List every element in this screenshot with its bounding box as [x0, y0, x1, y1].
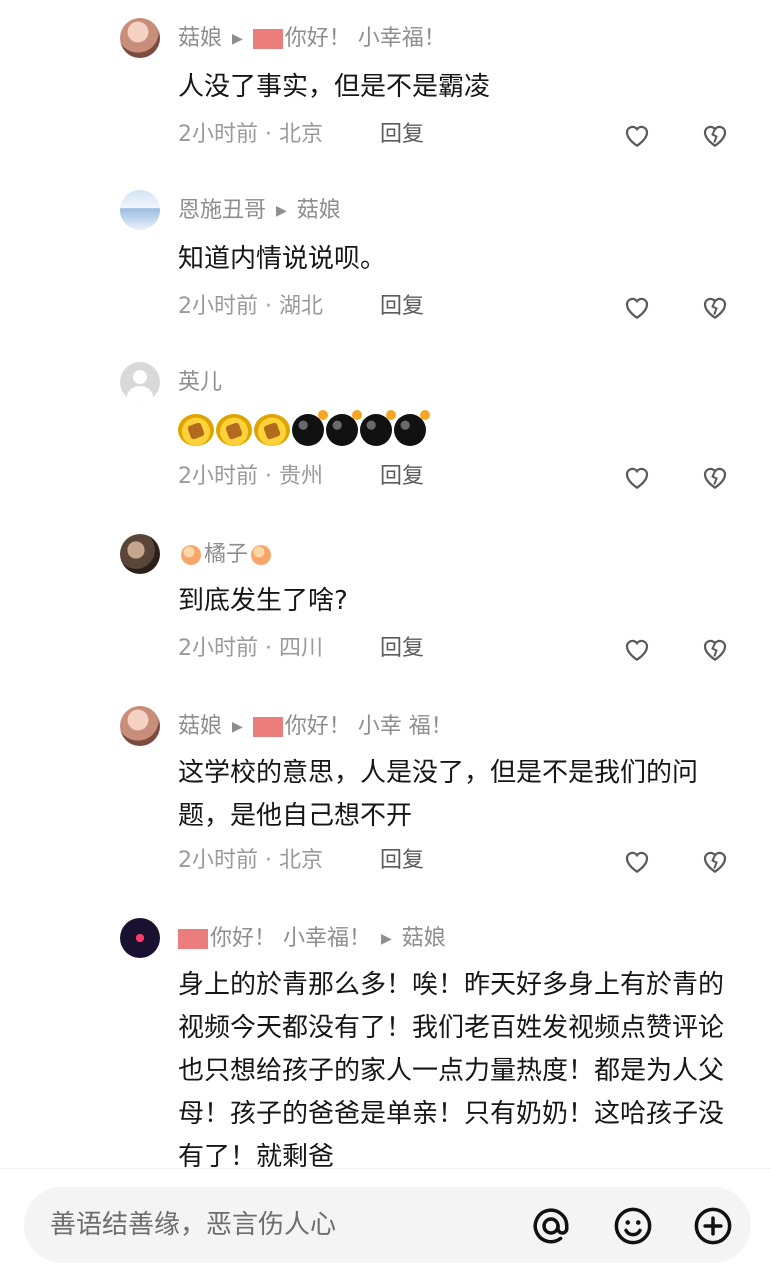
comment-text: 身上的於青那么多！唉！昨天好多身上有於青的视频今天都没有了！我们老百姓发视频点赞…	[178, 970, 725, 1168]
input-placeholder: 善语结善缘，恶言伤人心	[50, 1210, 337, 1240]
timestamp: 2小时前	[178, 848, 258, 873]
avatar[interactable]	[120, 18, 160, 58]
at-icon[interactable]	[530, 1205, 572, 1247]
reply-arrow-icon: ▶	[232, 31, 243, 47]
location: 湖北	[278, 294, 323, 319]
comment-header: 橘子	[178, 540, 274, 570]
reply-to-username[interactable]: 菇娘	[402, 924, 446, 954]
comment-header: 英儿	[178, 368, 222, 398]
username[interactable]: 你好！ 小幸福！	[210, 924, 371, 954]
username[interactable]: 橘子	[204, 540, 248, 570]
comment-meta: 2小时前 · 四川 回复	[178, 634, 424, 664]
reply-button[interactable]: 回复	[380, 846, 424, 876]
comment-meta: 2小时前 · 湖北 回复	[178, 292, 424, 322]
comment-header: 恩施丑哥 ▶ 菇娘	[178, 196, 341, 226]
bomb-icon	[326, 410, 362, 446]
bomb-icon	[292, 410, 328, 446]
comment-text: 知道内情说说呗。	[178, 244, 387, 274]
scream-face-icon	[254, 414, 290, 446]
comment-header: 你好！ 小幸福！ ▶ 菇娘	[178, 924, 446, 954]
like-icon[interactable]	[622, 120, 652, 150]
comment-header: 菇娘 ▶ 你好！ 小幸福！	[178, 24, 446, 54]
comment-meta: 2小时前 · 北京 回复	[178, 846, 424, 876]
timestamp: 2小时前	[178, 122, 258, 147]
dislike-icon[interactable]	[700, 462, 730, 492]
comment-header: 菇娘 ▶ 你好！ 小幸 福！	[178, 712, 453, 742]
flag-emoji-icon	[252, 29, 283, 49]
reply-arrow-icon: ▶	[381, 931, 392, 947]
avatar[interactable]	[120, 534, 160, 574]
like-icon[interactable]	[622, 292, 652, 322]
username[interactable]: 恩施丑哥	[178, 196, 266, 226]
comment-input[interactable]: 善语结善缘，恶言伤人心	[24, 1187, 751, 1263]
reply-arrow-icon: ▶	[232, 719, 243, 735]
timestamp: 2小时前	[178, 294, 258, 319]
username[interactable]: 英儿	[178, 368, 222, 398]
comment-input-bar: 善语结善缘，恶言伤人心	[0, 1168, 771, 1281]
avatar[interactable]	[120, 190, 160, 230]
location: 贵州	[278, 464, 323, 489]
reply-button[interactable]: 回复	[380, 120, 424, 150]
timestamp: 2小时前	[178, 636, 258, 661]
emoji-icon[interactable]	[612, 1205, 654, 1247]
location: 四川	[278, 636, 323, 661]
bomb-icon	[360, 410, 396, 446]
like-icon[interactable]	[622, 846, 652, 876]
timestamp: 2小时前	[178, 464, 258, 489]
reply-arrow-icon: ▶	[276, 203, 287, 219]
username[interactable]: 菇娘	[178, 24, 222, 54]
reply-button[interactable]: 回复	[380, 462, 424, 492]
avatar[interactable]	[120, 362, 160, 402]
username[interactable]: 菇娘	[178, 712, 222, 742]
reply-button[interactable]: 回复	[380, 634, 424, 664]
avatar[interactable]	[120, 706, 160, 746]
like-icon[interactable]	[622, 634, 652, 664]
flag-emoji-icon	[178, 929, 208, 949]
flag-emoji-icon	[252, 717, 283, 737]
dislike-icon[interactable]	[700, 634, 730, 664]
location: 北京	[278, 122, 323, 147]
peach-icon	[251, 545, 272, 565]
dislike-icon[interactable]	[700, 846, 730, 876]
comment-meta: 2小时前 · 北京 回复	[178, 120, 424, 150]
peach-icon	[181, 545, 201, 565]
reply-button[interactable]: 回复	[380, 292, 424, 322]
emoji-content	[178, 410, 430, 446]
comment-text: 到底发生了啥?	[178, 586, 348, 616]
comment-meta: 2小时前 · 贵州 回复	[178, 462, 424, 492]
scream-face-icon	[216, 414, 252, 446]
dislike-icon[interactable]	[700, 292, 730, 322]
comment-text: 人没了事实，但是不是霸凌	[178, 72, 491, 102]
add-icon[interactable]	[692, 1205, 734, 1247]
like-icon[interactable]	[622, 462, 652, 492]
reply-to-username[interactable]: 你好！ 小幸 福！	[285, 712, 453, 742]
scream-face-icon	[178, 414, 214, 446]
reply-to-username[interactable]: 菇娘	[297, 196, 341, 226]
bomb-icon	[394, 410, 430, 446]
comment-text: 这学校的意思，人是没了，但是不是我们的问题，是他自己想不开	[178, 758, 699, 831]
location: 北京	[278, 848, 323, 873]
reply-to-username[interactable]: 你好！ 小幸福！	[285, 24, 446, 54]
dislike-icon[interactable]	[700, 120, 730, 150]
avatar[interactable]	[120, 918, 160, 958]
